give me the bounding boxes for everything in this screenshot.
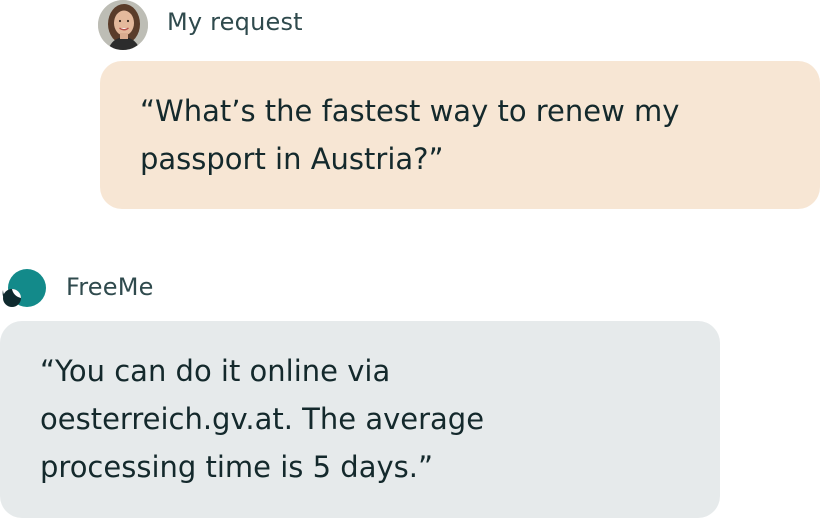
user-message-line: passport in Austria?” xyxy=(140,142,444,176)
user-message-bubble: “What’s the fastest way to renew my pass… xyxy=(100,61,820,209)
bot-message-line: “You can do it online via xyxy=(40,354,391,388)
user-avatar xyxy=(98,0,148,50)
bot-message-line: oesterreich.gv.at. The average xyxy=(40,402,485,436)
bot-sender-label: FreeMe xyxy=(66,273,154,301)
bot-message-bubble: “You can do it online via oesterreich.gv… xyxy=(0,321,720,518)
bot-message-line: processing time is 5 days.” xyxy=(40,450,433,484)
user-message-line: “What’s the fastest way to renew my xyxy=(140,94,680,128)
freeme-logo-icon xyxy=(0,268,48,312)
user-avatar-photo xyxy=(98,0,148,50)
user-sender-label: My request xyxy=(167,8,303,36)
